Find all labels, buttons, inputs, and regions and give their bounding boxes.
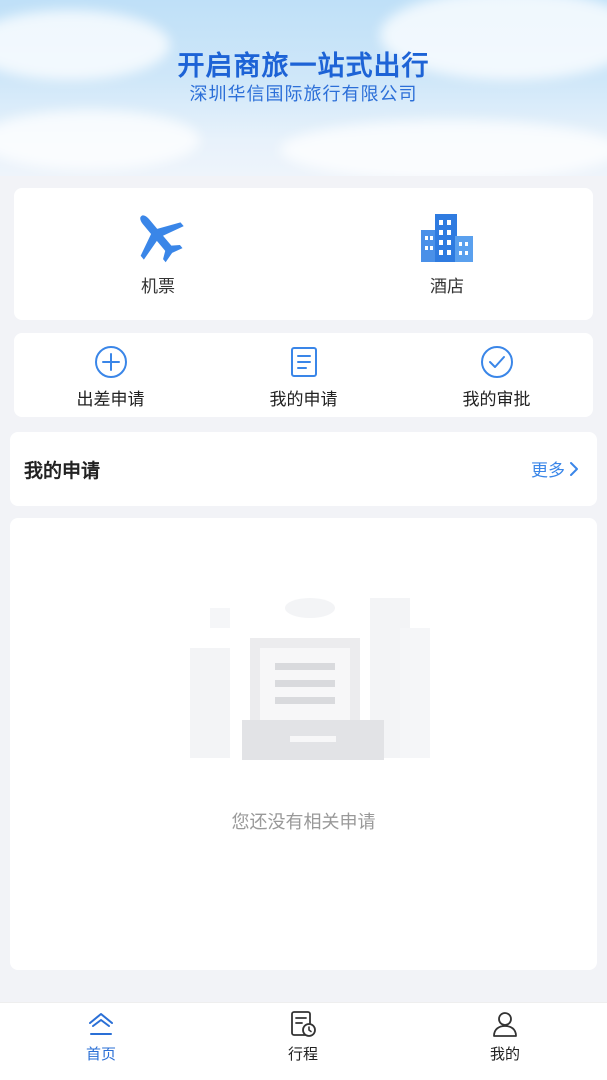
check-circle-icon: [481, 346, 513, 378]
travel-application-label: 出差申请: [76, 390, 145, 410]
my-approvals-label: 我的审批: [462, 390, 531, 410]
quick-actions-card: 出差申请 我的申请 我的审批: [14, 333, 593, 417]
tab-profile[interactable]: 我的: [404, 1003, 606, 1080]
banner-subtitle: 深圳华信国际旅行有限公司: [189, 84, 418, 105]
hotel-service-button[interactable]: 酒店: [347, 188, 547, 320]
header-banner: 开启商旅一站式出行 深圳华信国际旅行有限公司: [0, 0, 607, 176]
empty-state-card: 您还没有相关申请: [10, 518, 597, 970]
tab-home[interactable]: 首页: [0, 1003, 202, 1080]
tab-home-label: 首页: [85, 1045, 116, 1063]
my-applications-label: 我的申请: [269, 390, 338, 410]
airplane-icon: [140, 215, 184, 263]
user-icon: [493, 1012, 517, 1037]
itinerary-icon: [291, 1011, 316, 1037]
chevron-right-icon: [570, 461, 578, 476]
home-icon: [89, 1013, 113, 1035]
main-services-card: 机票 酒店: [14, 188, 593, 320]
tab-profile-label: 我的: [489, 1045, 520, 1063]
travel-application-button[interactable]: 出差申请: [14, 333, 207, 417]
section-title: 我的申请: [24, 460, 101, 482]
my-approvals-button[interactable]: 我的审批: [400, 333, 593, 417]
empty-document-illustration: [190, 598, 430, 760]
more-link[interactable]: 更多: [531, 456, 579, 481]
flight-label: 机票: [141, 277, 175, 297]
hotel-label: 酒店: [430, 277, 464, 297]
document-list-icon: [291, 347, 317, 377]
tab-itinerary-label: 行程: [287, 1045, 318, 1063]
plus-circle-icon: [95, 346, 127, 378]
my-applications-button[interactable]: 我的申请: [207, 333, 400, 417]
more-label: 更多: [531, 461, 565, 481]
banner-title: 开启商旅一站式出行: [177, 51, 430, 82]
flight-service-button[interactable]: 机票: [58, 188, 258, 320]
empty-state-message: 您还没有相关申请: [231, 812, 376, 833]
my-applications-section-header: 我的申请 更多: [10, 432, 597, 506]
tab-itinerary[interactable]: 行程: [202, 1003, 404, 1080]
hotel-building-icon: [421, 214, 473, 262]
bottom-tab-bar: 首页 行程 我的: [0, 1002, 607, 1080]
